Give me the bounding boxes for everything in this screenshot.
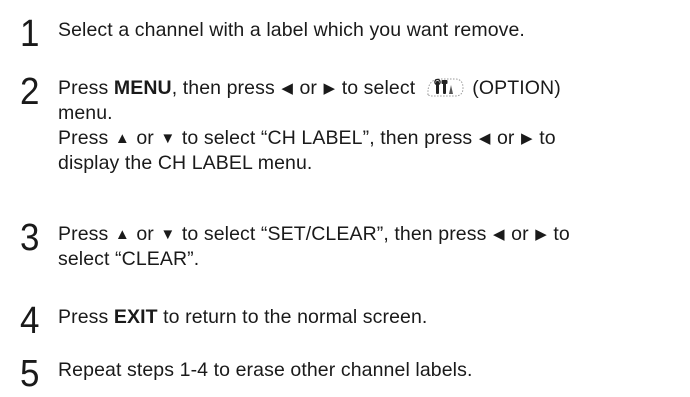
text-fragment: or — [505, 223, 535, 245]
step-text: Press EXIT to return to the normal scree… — [58, 305, 683, 330]
step-text: Select a channel with a label which you … — [58, 18, 683, 43]
text-fragment: or — [491, 127, 521, 149]
right-arrow-icon: ▶ — [521, 130, 533, 147]
step-2-line-4: display the CH LABEL menu. — [58, 152, 313, 174]
step-text: Press ▲ or ▼ to select “SET/CLEAR”, then… — [58, 222, 683, 272]
step-number: 1 — [20, 13, 40, 55]
text-fragment: to select “SET/CLEAR”, then press — [176, 223, 492, 245]
up-arrow-icon: ▲ — [114, 226, 130, 243]
down-arrow-icon: ▼ — [160, 130, 176, 147]
step-number: 5 — [20, 353, 40, 395]
left-arrow-icon: ◀ — [478, 130, 491, 147]
text-fragment: or — [293, 77, 323, 99]
step-number: 4 — [20, 300, 40, 342]
step-2-line-3: Press ▲ or ▼ to select “CH LABEL”, then … — [58, 126, 683, 151]
text-fragment: , then press — [171, 77, 281, 99]
text-fragment: to select “CH LABEL”, then press — [176, 127, 478, 149]
right-arrow-icon: ▶ — [323, 80, 336, 97]
left-arrow-icon: ◀ — [492, 226, 505, 243]
text-fragment: to — [547, 223, 570, 245]
text-fragment: Press — [58, 306, 114, 328]
text-fragment: (OPTION) — [466, 77, 561, 99]
right-arrow-icon: ▶ — [535, 226, 547, 243]
option-tools-icon — [427, 78, 464, 97]
exit-key-label: EXIT — [113, 306, 158, 328]
text-fragment: to select — [336, 77, 421, 99]
menu-key-label: MENU — [113, 77, 172, 99]
step-number: 2 — [20, 71, 40, 113]
text-fragment: or — [130, 223, 160, 245]
step-2-line-1: Press MENU, then press ◀ or ▶ to select … — [58, 76, 683, 101]
step-text: Press MENU, then press ◀ or ▶ to select … — [58, 76, 683, 176]
left-arrow-icon: ◀ — [281, 80, 293, 97]
text-fragment: to — [533, 127, 556, 149]
step-4-line-1: Press EXIT to return to the normal scree… — [58, 305, 683, 330]
step-number: 3 — [20, 217, 40, 259]
step-5-line-1: Repeat steps 1-4 to erase other channel … — [58, 359, 473, 381]
step-3-line-2: select “CLEAR”. — [58, 248, 200, 270]
text-fragment: to return to the normal screen. — [157, 306, 428, 328]
text-fragment: Press — [58, 127, 114, 149]
step-text: Repeat steps 1-4 to erase other channel … — [58, 358, 683, 383]
text-fragment: Press — [58, 77, 114, 99]
step-1-line-1: Select a channel with a label which you … — [58, 19, 525, 41]
text-fragment: Press — [58, 223, 114, 245]
step-3-line-1: Press ▲ or ▼ to select “SET/CLEAR”, then… — [58, 222, 683, 247]
step-2-line-2: menu. — [58, 102, 113, 124]
up-arrow-icon: ▲ — [114, 130, 130, 147]
text-fragment: or — [130, 127, 160, 149]
down-arrow-icon: ▼ — [160, 226, 176, 243]
